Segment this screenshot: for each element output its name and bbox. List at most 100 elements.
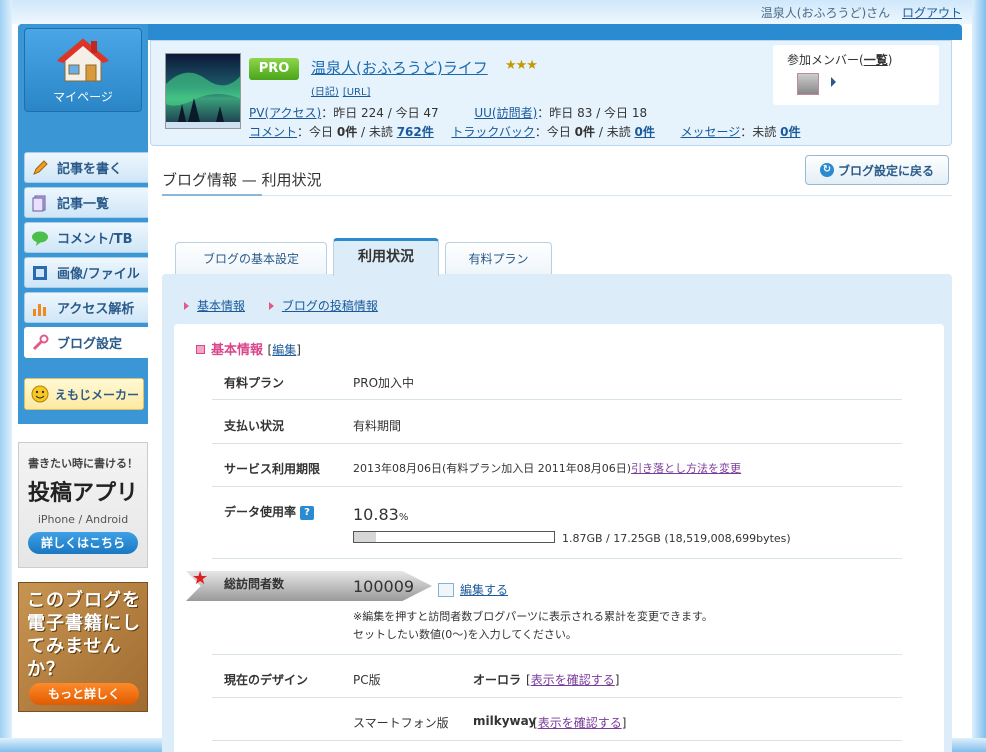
sidebar-item-label: アクセス解析 xyxy=(57,302,135,317)
interaction-stats: コメント：今日 0件 / 未読 762件 トラックバック：今日 0件 / 未読 … xyxy=(249,123,800,140)
tab-usage[interactable]: 利用状況 xyxy=(333,238,439,276)
triangle-bullet-icon xyxy=(184,302,189,310)
posting-app-banner[interactable]: 書きたい時に書ける！ 投稿アプリ iPhone / Android 詳しくはこち… xyxy=(18,442,148,568)
row-divider xyxy=(212,558,902,559)
change-payment-link[interactable]: 引き落とし方法を変更 xyxy=(631,462,741,475)
trackback-link[interactable]: トラックバック xyxy=(451,125,534,139)
ebook-more-button[interactable]: もっと詳しく xyxy=(29,683,139,705)
period-value: 2013年08月06日(有料プラン加入日 2011年08月06日)引き落とし方法… xyxy=(353,460,741,476)
basic-info-heading: 基本情報 [編集] xyxy=(196,339,301,358)
window-frame-left xyxy=(0,0,12,752)
design-sp-name: milkyway xyxy=(473,714,537,728)
trackback-unread-link[interactable]: 0件 xyxy=(635,125,655,139)
user-bar: 温泉人(おふろうど)さん ログアウト xyxy=(761,4,962,21)
blog-thumbnail[interactable] xyxy=(165,53,241,129)
members-list-link[interactable]: 一覧 xyxy=(864,53,888,67)
payment-value: 有料期間 xyxy=(353,419,402,433)
row-divider xyxy=(212,740,902,741)
sidebar-item-label: コメント/TB xyxy=(57,232,133,247)
section-edit-link[interactable]: 編集 xyxy=(272,343,296,357)
data-usage-label-text: データ使用率 xyxy=(224,505,297,519)
sidebar-item-articles[interactable]: 記事一覧 xyxy=(24,187,148,218)
banner-platforms: iPhone / Android xyxy=(37,513,129,526)
sidebar-item-analytics[interactable]: アクセス解析 xyxy=(24,292,148,323)
data-usage-bar-fill xyxy=(354,532,376,542)
data-usage-percent: 10.83% xyxy=(353,505,408,524)
page-title: ブログ情報 — 利用状況 xyxy=(162,171,322,189)
wrench-icon xyxy=(32,334,49,350)
trackback-today-label: ：今日 xyxy=(534,125,575,139)
banner-details-button[interactable]: 詳しくはこちら xyxy=(28,532,138,554)
message-link[interactable]: メッセージ xyxy=(681,125,741,139)
emoji-maker-button[interactable]: えもじメーカー xyxy=(24,378,144,410)
logout-link[interactable]: ログアウト xyxy=(902,6,962,20)
data-usage-detail: 1.87GB / 17.25GB (18,519,008,699bytes) xyxy=(562,532,791,545)
sidebar-nav: 記事を書く 記事一覧 コメント/TB 画像/ファイル アクセス解析 ブログ設定 xyxy=(24,152,148,362)
sidebar-item-label: ブログ設定 xyxy=(57,337,123,352)
data-usage-percent-value: 10.83 xyxy=(353,505,399,524)
tab-paid-plan[interactable]: 有料プラン xyxy=(445,242,552,274)
mypage-button[interactable]: マイページ xyxy=(24,28,142,112)
blog-title-link[interactable]: 温泉人(おふろうど)ライフ xyxy=(311,57,488,78)
members-next-arrow-icon[interactable] xyxy=(831,77,836,87)
design-label: 現在のデザイン xyxy=(224,673,309,687)
tab-basic-settings[interactable]: ブログの基本設定 xyxy=(175,242,327,274)
rating-stars: ★★★ xyxy=(505,58,538,73)
visitors-value: 100009 xyxy=(353,577,415,596)
edit-pencil-icon[interactable] xyxy=(438,582,454,597)
image-icon xyxy=(33,265,47,280)
edit-visitors-link[interactable]: 編集する xyxy=(460,581,508,598)
window-frame-right xyxy=(972,0,986,752)
smiley-icon xyxy=(31,385,49,403)
trackback-today-count: 0件 xyxy=(574,125,596,139)
pc-design-confirm-link[interactable]: 表示を確認する xyxy=(531,673,615,687)
design-pc-name: オーロラ xyxy=(473,673,522,687)
sidebar-item-label: 記事を書く xyxy=(57,162,123,177)
basic-info-link[interactable]: 基本情報 xyxy=(197,299,245,313)
sidebar-item-label: 記事一覧 xyxy=(57,197,110,212)
speech-bubble-icon xyxy=(32,231,48,246)
comment-today-label: ：今日 xyxy=(297,125,337,139)
sidebar-item-label: 画像/ファイル xyxy=(57,267,140,282)
sidebar-item-images[interactable]: 画像/ファイル xyxy=(24,257,148,288)
star-icon: ★ xyxy=(192,568,209,589)
plan-value: PRO加入中 xyxy=(353,376,415,390)
row-divider xyxy=(212,654,902,655)
diary-link[interactable]: (日記) xyxy=(311,87,339,98)
row-divider xyxy=(212,486,902,487)
sidebar-item-comments[interactable]: コメント/TB xyxy=(24,222,148,253)
aurora-image xyxy=(166,72,240,128)
user-name: 温泉人(おふろうど)さん xyxy=(760,6,891,20)
banner-caption: 書きたい時に書ける！ xyxy=(28,457,138,470)
percent-unit: % xyxy=(398,512,409,523)
sidebar-item-blog-settings[interactable]: ブログ設定 xyxy=(24,327,148,358)
comment-link[interactable]: コメント xyxy=(249,125,297,139)
trackback-unread-label: / 未読 xyxy=(595,125,635,139)
blog-header: PRO 温泉人(おふろうど)ライフ ★★★ (日記) [URL] PV(アクセス)… xyxy=(150,40,952,146)
data-usage-bar xyxy=(353,531,555,543)
pv-link[interactable]: PV(アクセス) xyxy=(249,106,321,120)
title-divider xyxy=(162,195,952,196)
post-info-link[interactable]: ブログの投稿情報 xyxy=(282,299,378,313)
house-icon xyxy=(57,38,109,82)
members-label: 参加メンバー( xyxy=(787,53,864,67)
back-to-settings-button[interactable]: ↻ ブログ設定に戻る xyxy=(805,155,949,185)
sp-design-confirm-link[interactable]: 表示を確認する xyxy=(538,716,622,730)
blog-sublinks: (日記) [URL] xyxy=(311,83,374,98)
payment-label: 支払い状況 xyxy=(224,419,285,433)
comment-today-count: 0件 xyxy=(336,125,358,139)
message-unread-link[interactable]: 0件 xyxy=(780,125,800,139)
uu-link[interactable]: UU(訪問者) xyxy=(474,106,537,120)
help-icon[interactable]: ? xyxy=(300,506,315,520)
row-divider xyxy=(212,443,902,444)
triangle-bullet-icon xyxy=(268,302,274,310)
ebook-banner[interactable]: このブログを電子書籍にしてみませんか？ もっと詳しく xyxy=(18,582,148,712)
period-label: サービス利用期限 xyxy=(224,462,321,476)
sidebar-item-write[interactable]: 記事を書く xyxy=(24,152,148,183)
comment-unread-link[interactable]: 762件 xyxy=(397,125,434,139)
url-link[interactable]: [URL] xyxy=(343,87,371,98)
row-divider xyxy=(212,697,902,698)
document-icon xyxy=(32,195,46,211)
bar-chart-icon xyxy=(33,303,46,316)
member-avatar[interactable] xyxy=(797,73,819,95)
